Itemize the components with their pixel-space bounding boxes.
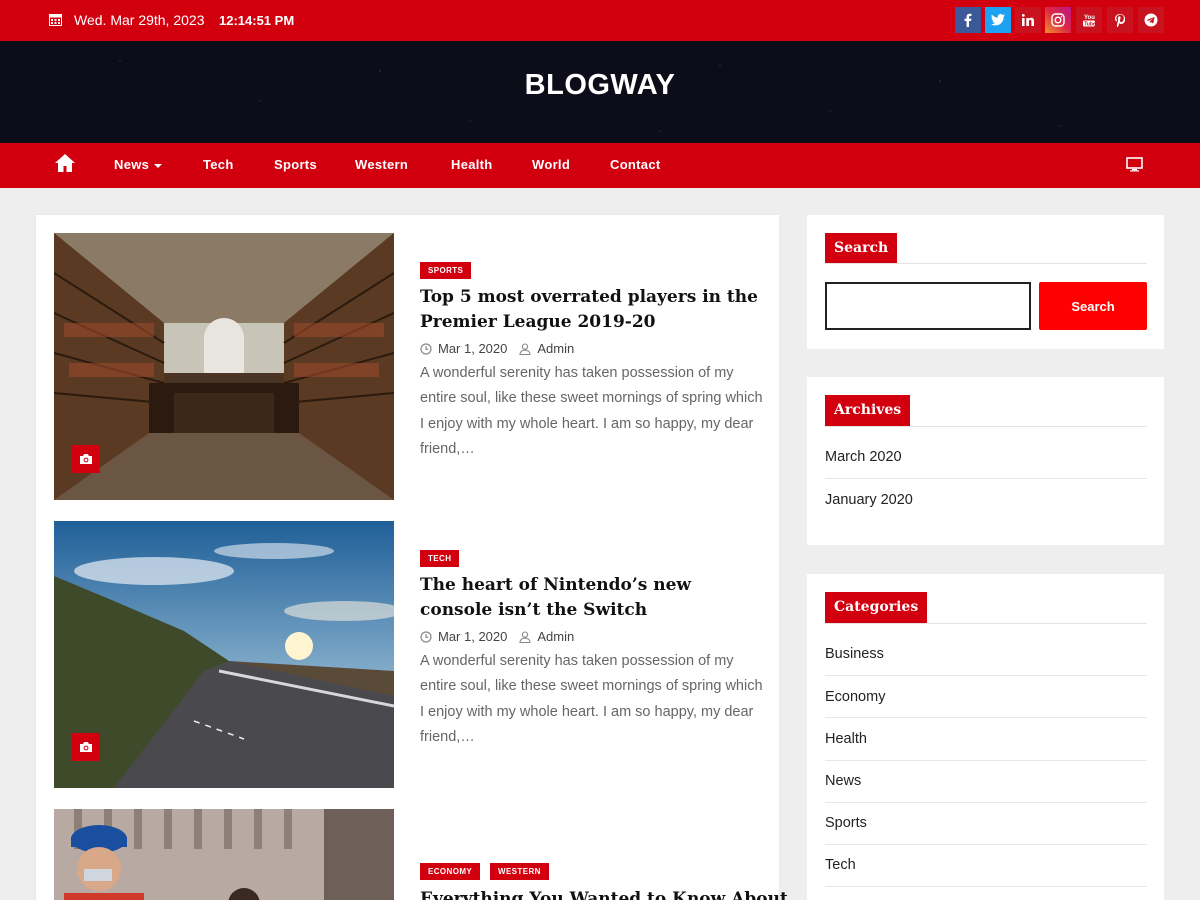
current-time: 12:14:51 PM	[219, 13, 295, 28]
nav-item-tech[interactable]: Tech	[203, 157, 234, 172]
divider	[825, 623, 1147, 624]
archives-widget: Archives March 2020 January 2020	[807, 377, 1164, 545]
category-link[interactable]: Economy	[825, 689, 1147, 705]
divider	[825, 426, 1147, 427]
post-meta: Mar 1, 2020 Admin	[420, 341, 574, 356]
category-link[interactable]: Health	[825, 731, 1147, 747]
nav-item-sports[interactable]: Sports	[274, 157, 317, 172]
search-widget: Search Search	[807, 215, 1164, 349]
post-thumbnail-library[interactable]	[54, 233, 394, 500]
post-thumbnail-street[interactable]	[54, 809, 394, 900]
divider	[825, 802, 1147, 803]
category-link[interactable]: Sports	[825, 815, 1147, 831]
current-date: Wed. Mar 29th, 2023	[74, 12, 205, 28]
category-link[interactable]: Business	[825, 646, 1147, 662]
post-thumbnail-road[interactable]	[54, 521, 394, 788]
widget-title: Archives	[825, 395, 911, 426]
site-logo[interactable]: BLOGWAY	[0, 69, 1200, 102]
search-button[interactable]: Search	[1039, 282, 1147, 330]
nav-item-health[interactable]: Health	[451, 157, 493, 172]
category-badge[interactable]: WESTERN	[490, 863, 549, 880]
post-title[interactable]: Everything You Wanted to Know About	[420, 887, 788, 900]
user-icon	[519, 342, 531, 355]
home-icon[interactable]	[54, 152, 76, 174]
divider	[825, 760, 1147, 761]
post-date[interactable]: Mar 1, 2020	[438, 341, 507, 356]
monitor-icon[interactable]	[1126, 157, 1143, 172]
youtube-icon[interactable]: You Tube	[1076, 7, 1102, 33]
clock-icon	[420, 342, 432, 355]
category-link[interactable]: News	[825, 773, 1147, 789]
post-title[interactable]: Top 5 most overrated players in the Prem…	[420, 285, 765, 335]
svg-text:You: You	[1084, 15, 1095, 21]
divider	[825, 717, 1147, 718]
widget-title: Search	[825, 233, 898, 264]
post-author[interactable]: Admin	[537, 629, 574, 644]
archive-link[interactable]: January 2020	[825, 492, 1147, 508]
user-icon	[519, 630, 531, 643]
camera-icon	[72, 445, 100, 473]
nav-item-label: News	[114, 157, 150, 172]
nav-item-contact[interactable]: Contact	[610, 157, 661, 172]
category-link[interactable]: Tech	[825, 857, 1147, 873]
category-badge[interactable]: TECH	[420, 550, 460, 567]
calendar-icon	[49, 14, 62, 26]
post-author[interactable]: Admin	[537, 341, 574, 356]
category-badge[interactable]: ECONOMY	[420, 863, 481, 880]
instagram-icon[interactable]	[1045, 7, 1071, 33]
widget-title: Categories	[825, 592, 928, 623]
divider	[825, 844, 1147, 845]
divider	[825, 675, 1147, 676]
posts-panel: SPORTS Top 5 most overrated players in t…	[36, 215, 788, 900]
post-excerpt: A wonderful serenity has taken possessio…	[420, 365, 763, 457]
search-input[interactable]	[825, 282, 1031, 330]
post-title[interactable]: The heart of Nintendo’s new console isn’…	[420, 573, 765, 623]
telegram-icon[interactable]	[1138, 7, 1164, 33]
svg-text:Tube: Tube	[1084, 22, 1095, 27]
linkedin-icon[interactable]	[1015, 7, 1041, 33]
post-date[interactable]: Mar 1, 2020	[438, 629, 507, 644]
nav-item-world[interactable]: World	[532, 157, 570, 172]
divider	[825, 263, 1147, 264]
pinterest-icon[interactable]	[1107, 7, 1133, 33]
divider	[825, 886, 1147, 887]
site-header: BLOGWAY	[0, 41, 1200, 143]
twitter-icon[interactable]	[985, 7, 1011, 33]
main-navigation: News Tech Sports Western Health World Co…	[0, 143, 1200, 188]
post-excerpt: A wonderful serenity has taken possessio…	[420, 653, 763, 745]
archive-link[interactable]: March 2020	[825, 449, 1147, 465]
categories-widget: Categories Business Economy Health News …	[807, 574, 1164, 900]
top-bar: Wed. Mar 29th, 2023 12:14:51 PM You Tube	[0, 0, 1200, 41]
facebook-icon[interactable]	[955, 7, 981, 33]
chevron-down-icon	[154, 163, 163, 168]
divider	[825, 478, 1147, 479]
nav-item-western[interactable]: Western	[355, 157, 408, 172]
post-meta: Mar 1, 2020 Admin	[420, 629, 574, 644]
category-badge[interactable]: SPORTS	[420, 262, 472, 279]
nav-item-news[interactable]: News	[114, 157, 163, 172]
camera-icon	[72, 733, 100, 761]
clock-icon	[420, 630, 432, 643]
